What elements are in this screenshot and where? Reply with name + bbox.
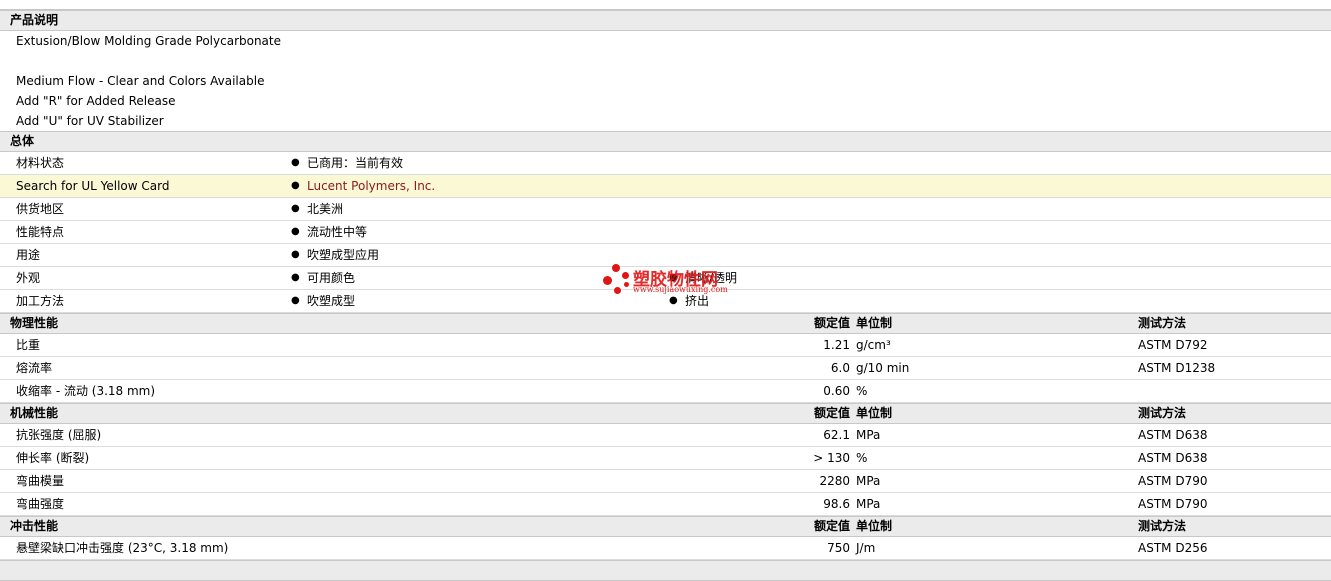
property-label: 比重 xyxy=(16,338,41,352)
row-label: 供货地区 xyxy=(16,202,65,216)
logo-dot-icon xyxy=(624,282,629,287)
property-unit: g/10 min xyxy=(856,361,910,375)
test-method: ASTM D638 xyxy=(1138,428,1208,442)
row-value: 吹塑成型 xyxy=(307,294,356,308)
column-header-test: 测试方法 xyxy=(1138,406,1187,420)
property-unit: g/cm³ xyxy=(856,338,891,352)
supplier-link[interactable]: Lucent Polymers, Inc. xyxy=(307,175,435,197)
property-unit: MPa xyxy=(856,497,881,511)
description-line: Extusion/Blow Molding Grade Polycarbonat… xyxy=(16,34,282,48)
section-header-description: 产品说明 xyxy=(0,10,1331,31)
property-label: 弯曲模量 xyxy=(16,474,65,488)
property-label: 抗张强度 (屈服) xyxy=(16,428,102,442)
row-label: 加工方法 xyxy=(16,294,65,308)
column-header-test: 测试方法 xyxy=(1138,316,1187,330)
property-label: 弯曲强度 xyxy=(16,497,65,511)
test-method: ASTM D1238 xyxy=(1138,361,1216,375)
section-title: 冲击性能 xyxy=(10,519,59,533)
column-header-nominal: 额定值 xyxy=(813,316,850,330)
table-row: 熔流率 6.0 g/10 min ASTM D1238 xyxy=(0,357,1331,380)
property-unit: MPa xyxy=(856,428,881,442)
table-row: 悬壁梁缺口冲击强度 (23°C, 3.18 mm) 750 J/m ASTM D… xyxy=(0,537,1331,560)
property-label: 熔流率 xyxy=(16,361,53,375)
property-label: 伸长率 (断裂) xyxy=(16,451,90,465)
bullet-icon: ● xyxy=(291,180,300,191)
general-row-region: 供货地区 ● 北美洲 xyxy=(0,198,1331,221)
property-unit: MPa xyxy=(856,474,881,488)
test-method: ASTM D792 xyxy=(1138,338,1208,352)
logo-dot-icon xyxy=(603,276,612,285)
bullet-icon: ● xyxy=(291,272,300,283)
row-value: 流动性中等 xyxy=(307,225,368,239)
property-value: 750 xyxy=(827,541,850,555)
row-value: 北美洲 xyxy=(307,202,344,216)
bullet-icon: ● xyxy=(291,295,300,306)
property-value: 62.1 xyxy=(823,428,850,442)
property-value: 2280 xyxy=(819,474,850,488)
section-title: 产品说明 xyxy=(10,13,59,27)
description-line xyxy=(16,51,1331,71)
watermark-url: www.sujiaowuxing.com xyxy=(633,285,728,294)
column-header-nominal: 额定值 xyxy=(813,406,850,420)
test-method: ASTM D638 xyxy=(1138,451,1208,465)
bullet-icon: ● xyxy=(291,157,300,168)
column-header-nominal: 额定值 xyxy=(813,519,850,533)
column-header-unit: 单位制 xyxy=(856,519,893,533)
row-label: 用途 xyxy=(16,248,41,262)
logo-dot-icon xyxy=(622,272,629,279)
property-value: 6.0 xyxy=(830,361,850,375)
general-row-ul-yellow-card[interactable]: Search for UL Yellow Card ● Lucent Polym… xyxy=(0,175,1331,198)
row-value: 已商用：当前有效 xyxy=(307,156,404,170)
column-header-unit: 单位制 xyxy=(856,406,893,420)
section-header-next xyxy=(0,560,1331,581)
column-header-unit: 单位制 xyxy=(856,316,893,330)
section-header-impact: 冲击性能 额定值 单位制 测试方法 xyxy=(0,516,1331,537)
property-value: > 130 xyxy=(813,451,850,465)
table-row: 抗张强度 (屈服) 62.1 MPa ASTM D638 xyxy=(0,424,1331,447)
property-unit: % xyxy=(856,451,868,465)
row-label: 性能特点 xyxy=(16,225,65,239)
section-header-general: 总体 xyxy=(0,131,1331,152)
table-row: 弯曲模量 2280 MPa ASTM D790 xyxy=(0,470,1331,493)
section-title: 机械性能 xyxy=(10,406,59,420)
ul-yellow-card-link[interactable]: Search for UL Yellow Card xyxy=(16,175,169,197)
test-method: ASTM D256 xyxy=(1138,541,1208,555)
bullet-icon: ● xyxy=(291,203,300,214)
test-method: ASTM D790 xyxy=(1138,474,1208,488)
property-value: 0.60 xyxy=(823,384,850,398)
table-row: 伸长率 (断裂) > 130 % ASTM D638 xyxy=(0,447,1331,470)
property-value: 1.21 xyxy=(823,338,850,352)
top-divider xyxy=(0,0,1331,10)
section-title: 总体 xyxy=(10,134,35,148)
logo-dot-icon xyxy=(612,264,620,272)
property-label: 收缩率 - 流动 (3.18 mm) xyxy=(16,384,156,398)
description-line: Add "U" for UV Stabilizer xyxy=(16,114,164,128)
table-row: 收缩率 - 流动 (3.18 mm) 0.60 % xyxy=(0,380,1331,403)
section-title: 物理性能 xyxy=(10,316,59,330)
general-row-features: 性能特点 ● 流动性中等 xyxy=(0,221,1331,244)
row-label: 外观 xyxy=(16,271,41,285)
description-line: Add "R" for Added Release xyxy=(16,94,176,108)
table-row: 弯曲强度 98.6 MPa ASTM D790 xyxy=(0,493,1331,516)
row-value: 吹塑成型应用 xyxy=(307,248,380,262)
watermark-logo: 塑胶物性网 www.sujiaowuxing.com xyxy=(603,264,743,300)
property-value: 98.6 xyxy=(823,497,850,511)
description-line: Medium Flow - Clear and Colors Available xyxy=(16,74,265,88)
column-header-test: 测试方法 xyxy=(1138,519,1187,533)
general-row-status: 材料状态 ● 已商用：当前有效 xyxy=(0,152,1331,175)
section-header-mechanical: 机械性能 额定值 单位制 测试方法 xyxy=(0,403,1331,424)
property-unit: J/m xyxy=(856,541,876,555)
description-block: Extusion/Blow Molding Grade Polycarbonat… xyxy=(0,31,1331,131)
bullet-icon: ● xyxy=(291,226,300,237)
row-label: 材料状态 xyxy=(16,156,65,170)
row-value: 可用颜色 xyxy=(307,271,356,285)
property-unit: % xyxy=(856,384,868,398)
bullet-icon: ● xyxy=(291,249,300,260)
table-row: 比重 1.21 g/cm³ ASTM D792 xyxy=(0,334,1331,357)
logo-dot-icon xyxy=(614,287,621,294)
property-label: 悬壁梁缺口冲击强度 (23°C, 3.18 mm) xyxy=(16,541,229,555)
section-header-physical: 物理性能 额定值 单位制 测试方法 xyxy=(0,313,1331,334)
test-method: ASTM D790 xyxy=(1138,497,1208,511)
